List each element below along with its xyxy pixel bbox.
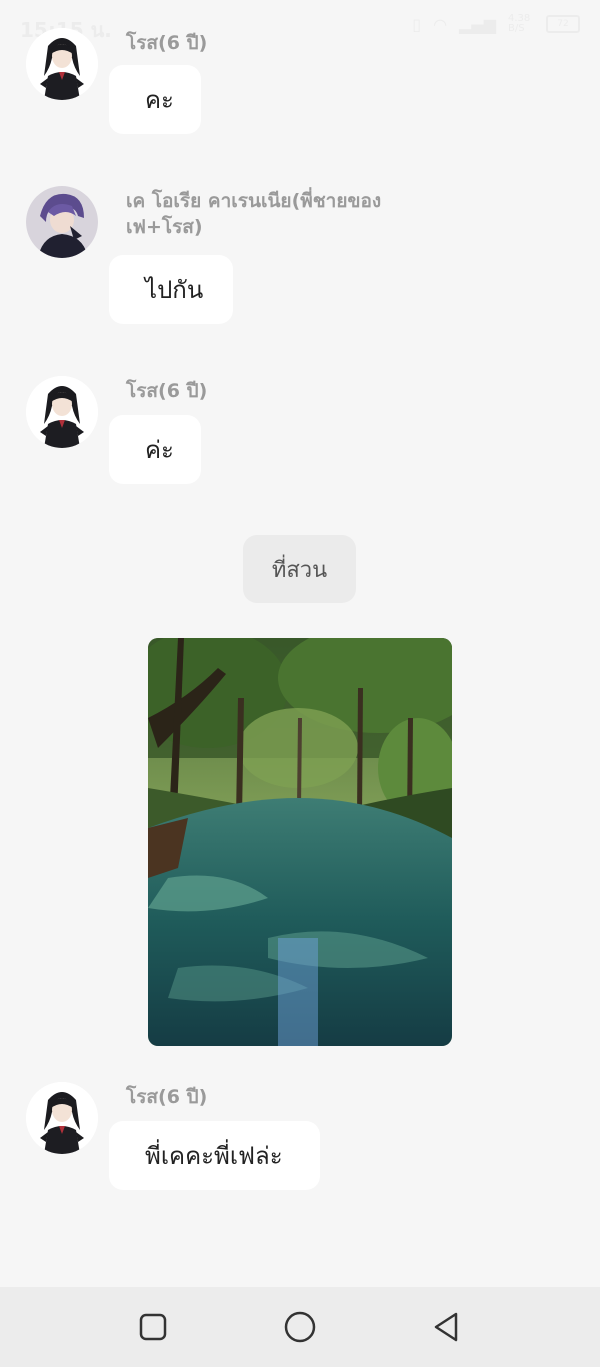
- message-bubble[interactable]: พี่เคคะพี่เฟล่ะ: [109, 1121, 320, 1190]
- sender-name: โรส(6 ปี): [126, 1086, 208, 1108]
- avatar-girl-icon[interactable]: [26, 1082, 98, 1154]
- battery-level: 72: [557, 19, 569, 29]
- square-icon[interactable]: [135, 1309, 171, 1345]
- sender-name: โรส(6 ปี): [126, 380, 208, 402]
- avatar-boy-icon[interactable]: [26, 186, 98, 258]
- avatar-girl-icon[interactable]: [26, 376, 98, 448]
- navigation-bar: [0, 1287, 600, 1367]
- triangle-back-icon[interactable]: [428, 1309, 464, 1345]
- network-speed: 4.38 B/S: [508, 13, 531, 34]
- chat-screen: 15:15 น. ▯ ◠ ▂▄▆ 4.38 B/S 72 โรส(6: [0, 0, 600, 1367]
- battery-icon: 72: [546, 15, 580, 33]
- sender-name: โรส(6 ปี): [126, 32, 208, 54]
- circle-icon[interactable]: [282, 1309, 318, 1345]
- message-bubble[interactable]: คะ: [109, 65, 201, 134]
- scene-label: ที่สวน: [243, 535, 356, 603]
- message-bubble[interactable]: ค่ะ: [109, 415, 201, 484]
- message-bubble[interactable]: ไปกัน: [109, 255, 233, 324]
- avatar-girl-icon[interactable]: [26, 28, 98, 100]
- sender-name: เค โอเรีย คาเรนเนีย(พี่ชายของ เฟ+โรส): [126, 190, 382, 238]
- signal-icon: ▂▄▆: [459, 14, 496, 34]
- forest-river-image[interactable]: [148, 638, 452, 1046]
